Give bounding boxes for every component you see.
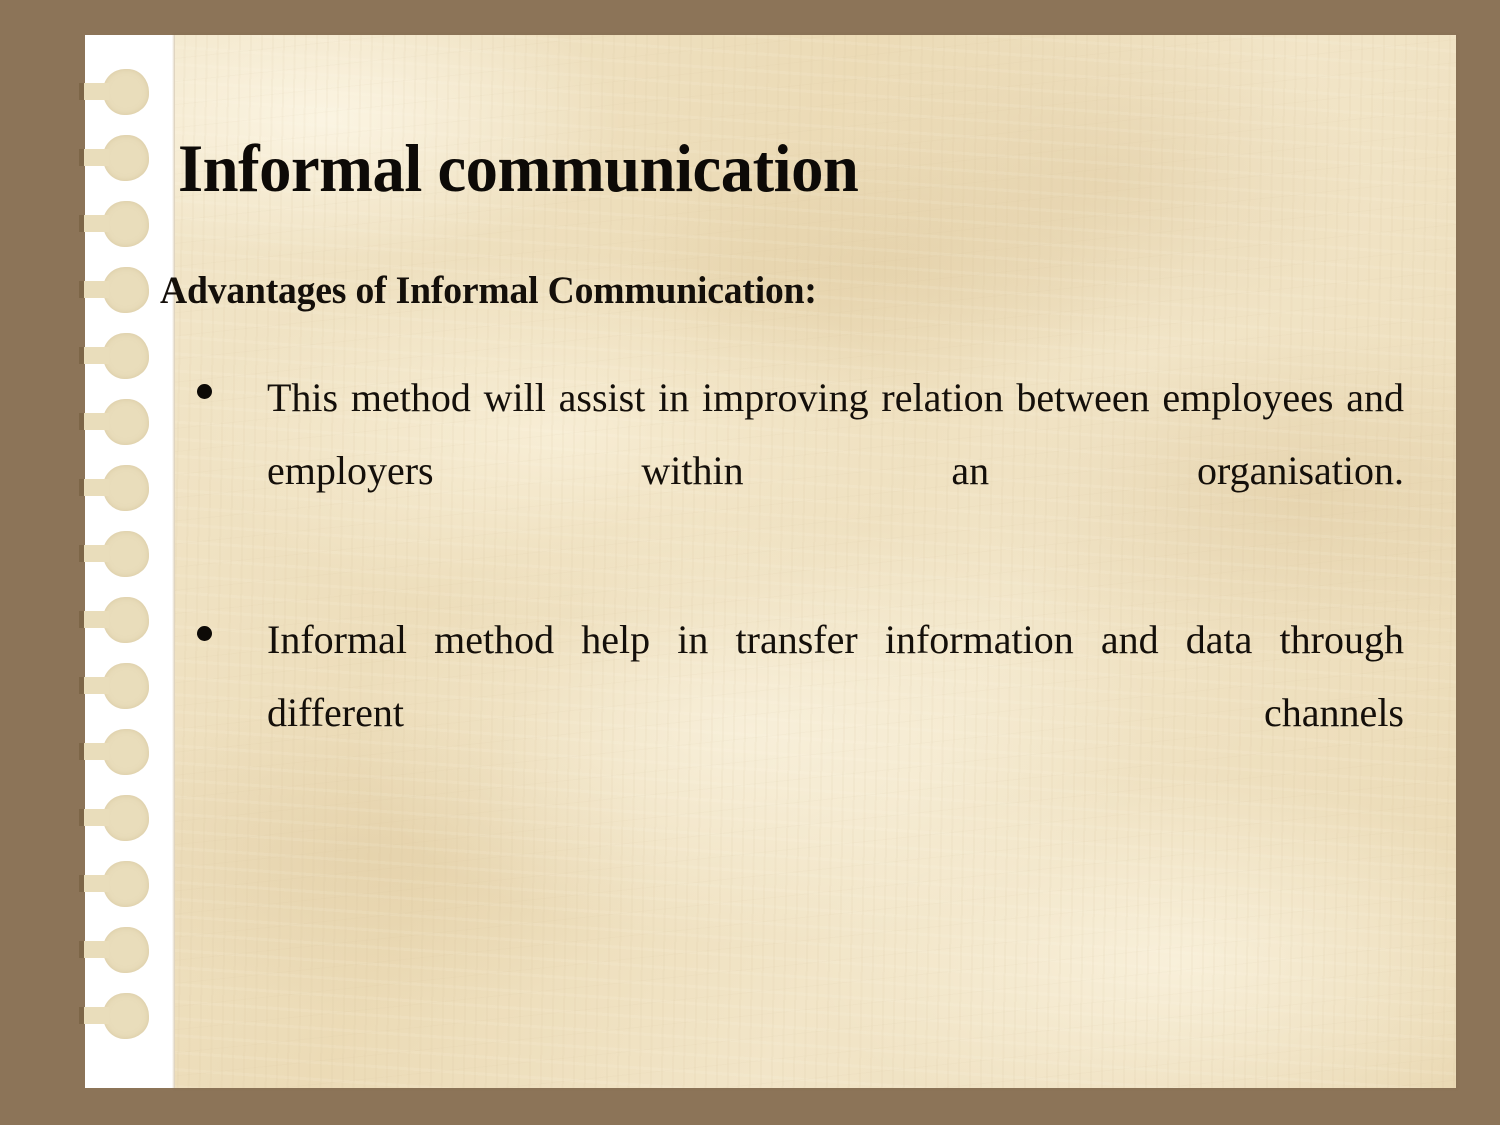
slide-subtitle: Advantages of Informal Communication: [160, 269, 817, 312]
binder-hole-icon [79, 597, 149, 643]
binder-hole-icon [79, 861, 149, 907]
bullet-list-item: Informal method help in transfer informa… [197, 604, 1404, 822]
bullet-item-text: This method will assist in improving rel… [267, 375, 1404, 493]
binder-hole-icon [79, 201, 149, 247]
binder-hole-icon [79, 135, 149, 181]
binder-hole-icon [79, 465, 149, 511]
binder-hole-icon [79, 663, 149, 709]
bullet-item-text: Informal method help in transfer informa… [267, 617, 1404, 736]
binder-hole-icon [79, 69, 149, 115]
binder-hole-icon [79, 795, 149, 841]
binder-hole-icon [79, 729, 149, 775]
binder-hole-icon [79, 927, 149, 973]
spiral-binding-strip [79, 35, 175, 1088]
binder-hole-icon [79, 993, 149, 1039]
bullet-dot-icon [197, 626, 212, 642]
bullet-dot-icon [197, 384, 212, 399]
slide-title: Informal communication [178, 130, 859, 206]
binder-hole-icon [79, 531, 149, 577]
binder-hole-icon [79, 333, 149, 379]
bullet-list-item: This method will assist in improving rel… [197, 362, 1404, 580]
bullet-list: This method will assist in improving rel… [197, 362, 1404, 823]
binder-hole-icon [79, 399, 149, 445]
binder-hole-icon [79, 267, 149, 313]
slide-canvas: Informal communication Advantages of Inf… [0, 0, 1500, 1125]
